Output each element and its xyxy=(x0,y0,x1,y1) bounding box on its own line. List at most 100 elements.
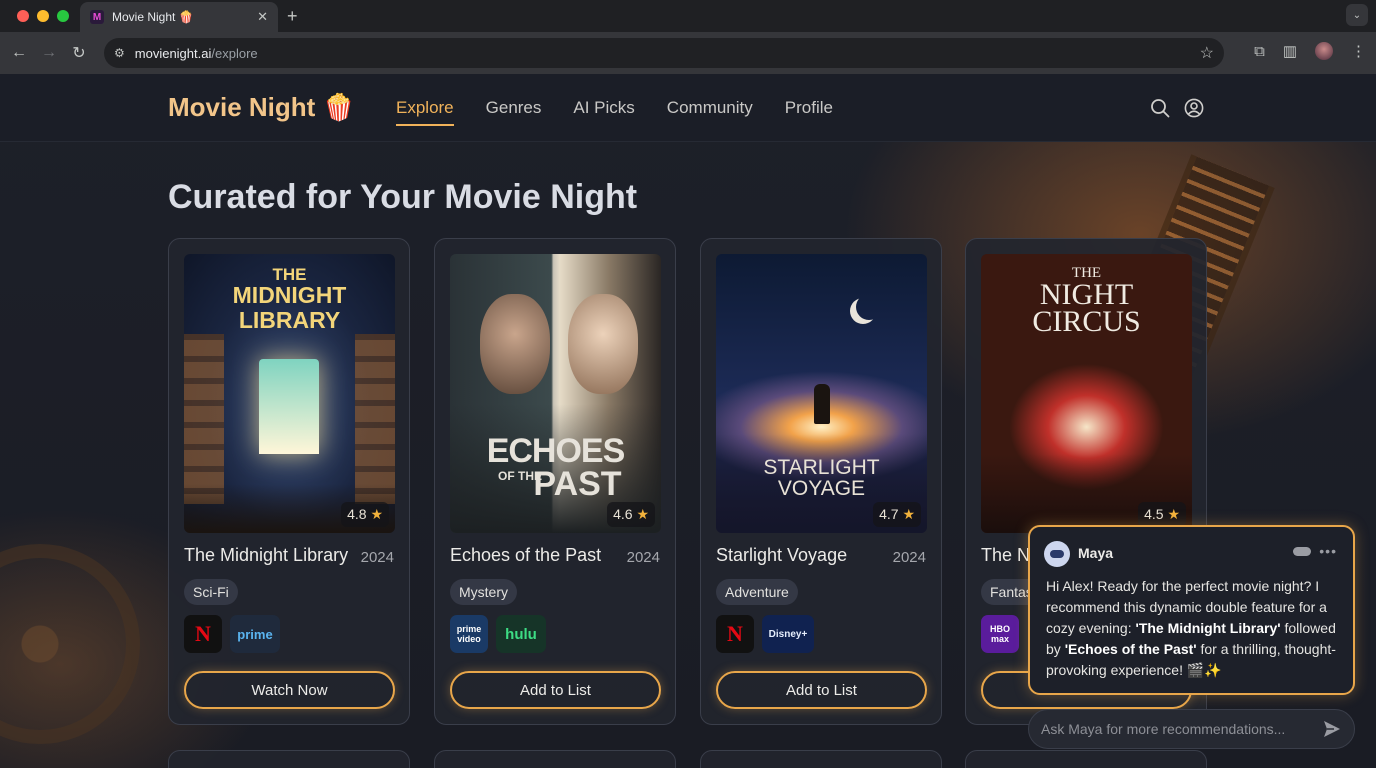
robot-avatar-icon xyxy=(1044,541,1070,567)
rating-value: 4.7 xyxy=(879,506,899,522)
main-nav: Explore Genres AI Picks Community Profil… xyxy=(396,98,833,126)
message-highlight: 'Echoes of the Past' xyxy=(1064,641,1197,657)
poster-title-line: PAST xyxy=(533,465,622,503)
movie-card[interactable] xyxy=(434,750,676,768)
streaming-providers: N prime xyxy=(184,615,280,653)
genre-tag[interactable]: Sci-Fi xyxy=(184,579,238,605)
profile-avatar[interactable] xyxy=(1315,42,1333,60)
chat-input[interactable] xyxy=(1041,721,1322,737)
extensions-icon[interactable]: ⧉ xyxy=(1254,43,1265,60)
close-window-button[interactable] xyxy=(17,10,29,22)
movie-poster[interactable]: THE MIDNIGHT LIBRARY 4.8 ★ xyxy=(184,254,395,533)
movie-card[interactable] xyxy=(965,750,1207,768)
add-to-list-button[interactable]: Add to List xyxy=(450,671,661,709)
movie-card[interactable] xyxy=(700,750,942,768)
side-panel-icon[interactable]: ▥ xyxy=(1283,42,1297,60)
add-to-list-button[interactable]: Add to List xyxy=(716,671,927,709)
browser-menu-icon[interactable]: ⋮ xyxy=(1351,42,1366,60)
page-content: Movie Night 🍿 Explore Genres AI Picks Co… xyxy=(0,74,1376,768)
nav-community[interactable]: Community xyxy=(667,98,753,126)
star-icon: ★ xyxy=(1167,506,1180,522)
more-options-icon[interactable]: ••• xyxy=(1319,543,1337,559)
nav-genres[interactable]: Genres xyxy=(486,98,542,126)
movie-card[interactable] xyxy=(168,750,410,768)
watch-now-button[interactable]: Watch Now xyxy=(184,671,395,709)
rating-badge: 4.8 ★ xyxy=(341,502,389,527)
star-icon: ★ xyxy=(636,506,649,522)
rating-value: 4.8 xyxy=(347,506,367,522)
tab-title: Movie Night 🍿 xyxy=(112,10,194,24)
url-host: movienight.ai xyxy=(134,45,212,61)
movie-card[interactable]: THE MIDNIGHT LIBRARY 4.8 ★ The Midnight … xyxy=(168,238,410,725)
poster-title-line: THE xyxy=(272,265,307,284)
favicon-icon: M xyxy=(90,10,104,24)
movie-card[interactable]: ECHOES OF THE PAST 4.6 ★ Echoes of the P… xyxy=(434,238,676,725)
hbo-max-icon[interactable]: HBO max xyxy=(981,615,1019,653)
movie-card[interactable]: STARLIGHT VOYAGE 4.7 ★ Starlight Voyage … xyxy=(700,238,942,725)
site-logo[interactable]: Movie Night 🍿 xyxy=(168,92,355,123)
hulu-icon[interactable]: hulu xyxy=(496,615,546,653)
movie-poster[interactable]: ECHOES OF THE PAST 4.6 ★ xyxy=(450,254,661,533)
movie-title[interactable]: The N xyxy=(981,545,1030,566)
star-icon: ★ xyxy=(902,506,915,522)
prime-icon[interactable]: prime xyxy=(230,615,280,653)
browser-tab[interactable]: M Movie Night 🍿 ✕ xyxy=(80,2,278,32)
movie-title[interactable]: The Midnight Library xyxy=(184,545,348,566)
movie-year: 2024 xyxy=(892,549,926,566)
maximize-window-button[interactable] xyxy=(57,10,69,22)
prime-video-icon[interactable]: prime video xyxy=(450,615,488,653)
movie-title[interactable]: Echoes of the Past xyxy=(450,545,601,566)
movie-title[interactable]: Starlight Voyage xyxy=(716,545,847,566)
assistant-message: Hi Alex! Ready for the perfect movie nig… xyxy=(1046,576,1348,681)
user-icon[interactable] xyxy=(1184,98,1204,118)
streaming-providers: prime video hulu xyxy=(450,615,546,653)
send-icon[interactable] xyxy=(1322,719,1342,739)
film-reel-decoration xyxy=(0,544,140,744)
close-tab-icon[interactable]: ✕ xyxy=(257,9,268,25)
back-icon[interactable]: ← xyxy=(4,44,34,62)
nav-explore[interactable]: Explore xyxy=(396,98,454,126)
poster-title-line: ECHOES xyxy=(486,432,626,470)
site-header: Movie Night 🍿 Explore Genres AI Picks Co… xyxy=(0,74,1376,142)
tab-search-icon[interactable]: ⌄ xyxy=(1346,4,1368,26)
rating-value: 4.6 xyxy=(613,506,633,522)
poster-title-line: VOYAGE xyxy=(777,477,866,500)
chat-input-bar xyxy=(1028,709,1355,749)
movie-poster[interactable]: STARLIGHT VOYAGE 4.7 ★ xyxy=(716,254,927,533)
new-tab-icon[interactable]: + xyxy=(287,6,298,27)
poster-title-line: MIDNIGHT xyxy=(232,282,347,308)
netflix-icon[interactable]: N xyxy=(184,615,222,653)
movie-year: 2024 xyxy=(360,549,394,566)
movie-year: 2024 xyxy=(626,549,660,566)
toggle-icon[interactable] xyxy=(1293,547,1311,556)
page-title: Curated for Your Movie Night xyxy=(168,178,638,216)
browser-tab-bar: M Movie Night 🍿 ✕ + ⌄ xyxy=(0,0,1376,32)
poster-title-line: STARLIGHT xyxy=(763,456,880,479)
disney-plus-icon[interactable]: Disney+ xyxy=(762,615,814,653)
message-highlight: 'The Midnight Library' xyxy=(1135,620,1281,636)
search-icon[interactable] xyxy=(1150,98,1170,118)
genre-tag[interactable]: Mystery xyxy=(450,579,517,605)
movie-poster[interactable]: THE NIGHT CIRCUS 4.5 ★ xyxy=(981,254,1192,533)
maya-chat-panel: Maya ••• Hi Alex! Ready for the perfect … xyxy=(1028,525,1355,695)
streaming-providers: HBO max xyxy=(981,615,1019,653)
rating-badge: 4.6 ★ xyxy=(607,502,655,527)
forward-icon[interactable]: → xyxy=(34,44,64,62)
netflix-icon[interactable]: N xyxy=(716,615,754,653)
minimize-window-button[interactable] xyxy=(37,10,49,22)
reload-icon[interactable]: ↻ xyxy=(64,43,94,63)
genre-tag[interactable]: Adventure xyxy=(716,579,798,605)
poster-title-line: CIRCUS xyxy=(1032,305,1141,338)
browser-toolbar: ← → ↻ ⚙ movienight.ai /explore ☆ ⧉ ▥ ⋮ xyxy=(0,32,1376,74)
nav-ai-picks[interactable]: AI Picks xyxy=(573,98,634,126)
rating-value: 4.5 xyxy=(1144,506,1164,522)
poster-title-line: LIBRARY xyxy=(238,307,341,333)
bookmark-star-icon[interactable]: ☆ xyxy=(1200,43,1214,63)
star-icon: ★ xyxy=(370,506,383,522)
rating-badge: 4.7 ★ xyxy=(873,502,921,527)
streaming-providers: N Disney+ xyxy=(716,615,814,653)
nav-profile[interactable]: Profile xyxy=(785,98,833,126)
site-info-icon[interactable]: ⚙ xyxy=(114,46,125,60)
assistant-name: Maya xyxy=(1078,545,1114,561)
address-bar[interactable]: ⚙ movienight.ai /explore ☆ xyxy=(104,38,1224,68)
